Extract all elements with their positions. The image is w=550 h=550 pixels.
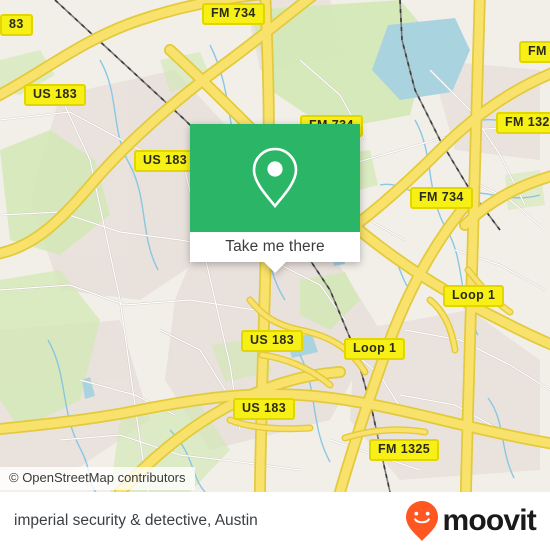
road-shield: FM 734 bbox=[410, 187, 473, 209]
take-me-there-label: Take me there bbox=[225, 238, 325, 255]
road-shield: US 183 bbox=[24, 84, 87, 106]
map-canvas[interactable]: 83 FM 734 FM 1 US 183 FM 1325 FM 734 US 183 FM … bbox=[0, 0, 550, 492]
road-shield: FM 1 bbox=[519, 41, 550, 63]
moovit-wordmark: moovit bbox=[442, 504, 536, 537]
road-shield: US 183 bbox=[233, 398, 296, 420]
popup-pointer-tail bbox=[264, 262, 286, 273]
road-shield: 83 bbox=[0, 14, 33, 36]
popup-icon-area bbox=[190, 124, 360, 232]
map-pin-icon bbox=[252, 147, 298, 209]
footer-bar: imperial security & detective, Austin mo… bbox=[0, 492, 550, 550]
moovit-logo[interactable]: moovit bbox=[404, 500, 537, 542]
road-shield: FM 734 bbox=[202, 3, 265, 25]
road-shield: FM 1325 bbox=[496, 112, 550, 134]
road-shield: FM 1325 bbox=[369, 439, 440, 461]
map-screenshot: 83 FM 734 FM 1 US 183 FM 1325 FM 734 US 183 FM … bbox=[0, 0, 550, 550]
map-attribution[interactable]: © OpenStreetMap contributors bbox=[0, 467, 195, 490]
place-title: imperial security & detective, Austin bbox=[14, 512, 258, 529]
road-shield: Loop 1 bbox=[443, 285, 505, 307]
road-shield: US 183 bbox=[134, 150, 197, 172]
location-popup-card[interactable]: Take me there bbox=[190, 124, 360, 273]
road-shield: US 183 bbox=[241, 330, 304, 352]
popup-action-area[interactable]: Take me there bbox=[190, 232, 360, 273]
moovit-smiley-pin-icon bbox=[406, 501, 439, 541]
road-shield: Loop 1 bbox=[344, 338, 406, 360]
